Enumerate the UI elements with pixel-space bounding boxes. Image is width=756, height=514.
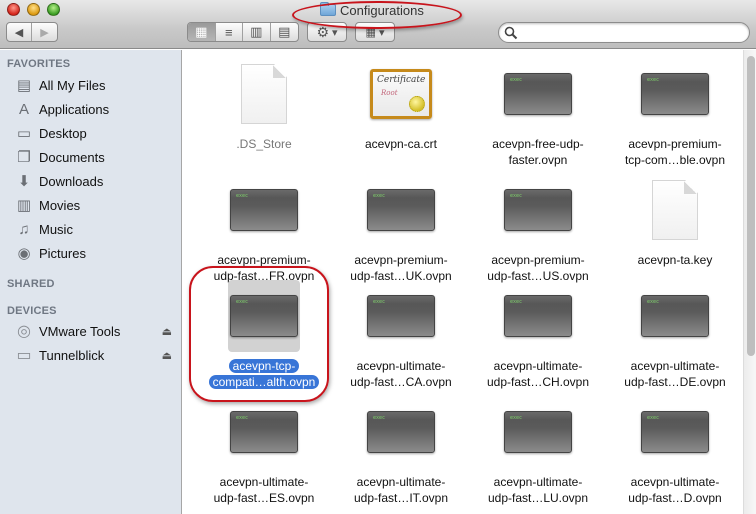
favorites-heading: FAVORITES: [7, 58, 71, 70]
view-mode-control: ▦ ≡ ▥ ▤: [187, 22, 299, 42]
certificate-icon: Certificate Root: [370, 69, 432, 119]
movies-icon: ▥: [16, 197, 32, 214]
file-name: acevpn-free-udp-faster.ovpn: [492, 137, 584, 167]
eject-icon[interactable]: ⏏: [162, 349, 172, 362]
sidebar-item-label: Movies: [39, 197, 81, 213]
action-menu-button[interactable]: ⚙ ▾: [307, 22, 347, 42]
search-icon: [504, 26, 518, 40]
file-name: .DS_Store: [236, 137, 292, 151]
sidebar-item-label: Documents: [39, 149, 105, 165]
sidebar-item-label: Music: [39, 221, 73, 237]
window-toolbar: Configurations ◀ ▶ ▦ ≡ ▥ ▤ ⚙ ▾ ▦ ▾: [0, 0, 756, 49]
file-name: acevpn-ultimate-udp-fast…D.ovpn: [628, 475, 722, 505]
column-view-icon: ▥: [250, 24, 263, 39]
document-icon: [241, 64, 287, 124]
sidebar-item-applications[interactable]: A Applications: [15, 98, 180, 120]
coverflow-view-button[interactable]: ▤: [271, 23, 298, 41]
executable-file-icon: exec: [504, 73, 572, 115]
file-name: acevpn-ultimate-udp-fast…CH.ovpn: [486, 359, 590, 389]
minimize-window-button[interactable]: [27, 3, 40, 16]
arrange-menu-button[interactable]: ▦ ▾: [355, 22, 395, 42]
executable-file-icon: exec: [504, 295, 572, 337]
file-name: acevpn-ultimate-udp-fast…CA.ovpn: [350, 359, 452, 389]
file-name: acevpn-ultimate-udp-fast…IT.ovpn: [353, 475, 449, 505]
file-name: acevpn-ultimate-udp-fast…ES.ovpn: [213, 475, 315, 505]
all-my-files-icon: ▤: [16, 77, 32, 94]
icon-view-button[interactable]: ▦: [188, 23, 216, 41]
sidebar-item-label: Pictures: [39, 245, 86, 261]
chevron-down-icon: ▾: [378, 26, 385, 39]
file-name: acevpn-premium-tcp-com…ble.ovpn: [624, 137, 726, 167]
icon-view-icon: ▦: [195, 24, 208, 39]
close-window-button[interactable]: [7, 3, 20, 16]
file-name: acevpn-tcp-compati…alth.ovpn: [196, 358, 332, 390]
sidebar-item-label: Downloads: [39, 173, 104, 189]
shared-heading: SHARED: [7, 278, 55, 290]
executable-file-icon: exec: [641, 411, 709, 453]
sidebar-item-vmware-tools[interactable]: ◎ VMware Tools ⏏: [15, 320, 180, 342]
file-name: acevpn-ta.key: [637, 253, 713, 267]
column-view-button[interactable]: ▥: [243, 23, 271, 41]
vertical-scrollbar[interactable]: [743, 50, 756, 514]
search-field[interactable]: [498, 22, 750, 43]
executable-file-icon: exec: [504, 411, 572, 453]
sidebar-item-downloads[interactable]: ⬇ Downloads: [15, 170, 180, 192]
back-forward-control: ◀ ▶: [6, 22, 58, 42]
executable-file-icon: exec: [230, 411, 298, 453]
music-icon: ♫: [18, 220, 30, 238]
applications-icon: A: [18, 100, 29, 118]
executable-file-icon: exec: [367, 411, 435, 453]
executable-file-icon: exec: [367, 189, 435, 231]
documents-icon: ❐: [17, 149, 31, 166]
devices-heading: DEVICES: [7, 305, 57, 317]
sidebar-item-documents[interactable]: ❐ Documents: [15, 146, 180, 168]
gear-icon: ⚙: [316, 23, 330, 40]
back-button[interactable]: ◀: [7, 23, 33, 41]
eject-icon[interactable]: ⏏: [162, 325, 172, 338]
zoom-window-button[interactable]: [47, 3, 60, 16]
executable-file-icon: exec: [504, 189, 572, 231]
executable-file-icon: exec: [367, 295, 435, 337]
sidebar-item-label: VMware Tools: [39, 323, 121, 339]
sidebar-item-label: All My Files: [39, 77, 106, 93]
sidebar-item-tunnelblick[interactable]: ▭ Tunnelblick ⏏: [15, 344, 180, 366]
arrange-icon: ▦: [365, 26, 376, 39]
desktop-icon: ▭: [16, 125, 32, 142]
chevron-down-icon: ▾: [332, 26, 338, 39]
disc-icon: ◎: [17, 323, 31, 340]
executable-file-icon: exec: [230, 295, 298, 337]
executable-file-icon: exec: [230, 189, 298, 231]
pictures-icon: ◉: [17, 245, 31, 262]
scrollbar-thumb[interactable]: [747, 56, 755, 356]
sidebar: FAVORITES ▤ All My Files A Applications ▭ Des…: [0, 50, 182, 514]
sidebar-item-label: Tunnelblick: [39, 347, 105, 363]
folder-icon: [320, 2, 336, 16]
sidebar-item-desktop[interactable]: ▭ Desktop: [15, 122, 180, 144]
executable-file-icon: exec: [641, 73, 709, 115]
downloads-icon: ⬇: [17, 173, 31, 190]
file-name: acevpn-ca.crt: [364, 137, 438, 151]
file-name: acevpn-ultimate-udp-fast…LU.ovpn: [487, 475, 589, 505]
sidebar-item-label: Desktop: [39, 125, 87, 141]
sidebar-item-pictures[interactable]: ◉ Pictures: [15, 242, 180, 264]
executable-file-icon: exec: [641, 295, 709, 337]
forward-button[interactable]: ▶: [32, 23, 57, 41]
document-icon: [652, 180, 698, 240]
search-input[interactable]: [521, 25, 743, 40]
file-icon-view: .DS_Store Certificate Root acevpn-ca.crt exe…: [183, 50, 735, 514]
coverflow-view-icon: ▤: [278, 24, 291, 39]
list-view-button[interactable]: ≡: [216, 23, 243, 41]
sidebar-item-all-my-files[interactable]: ▤ All My Files: [15, 74, 180, 96]
sidebar-item-label: Applications: [39, 101, 110, 117]
window-title: Configurations: [320, 2, 424, 18]
list-view-icon: ≡: [224, 24, 233, 40]
window-title-text: Configurations: [340, 2, 424, 18]
file-name: acevpn-ultimate-udp-fast…DE.ovpn: [624, 359, 726, 389]
drive-icon: ▭: [16, 347, 32, 364]
sidebar-item-music[interactable]: ♫ Music: [15, 218, 180, 240]
sidebar-item-movies[interactable]: ▥ Movies: [15, 194, 180, 216]
